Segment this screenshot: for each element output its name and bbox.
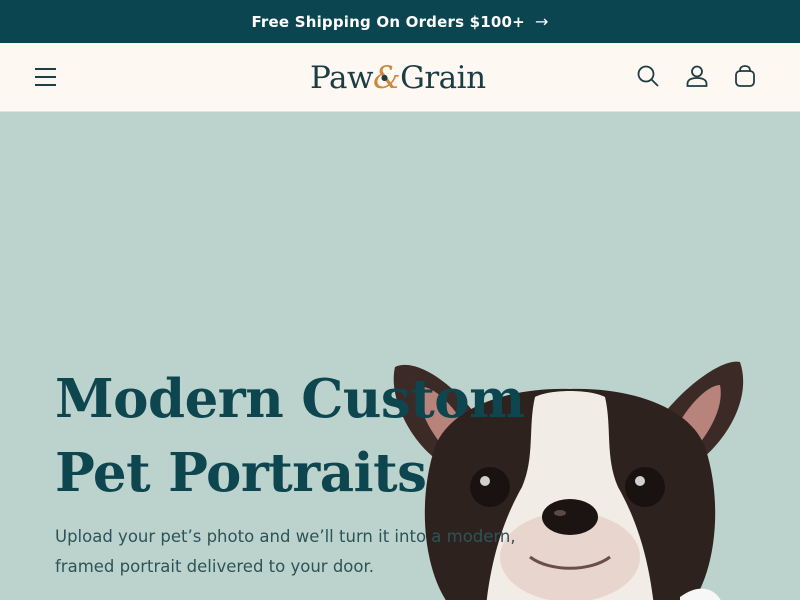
cart-icon[interactable] xyxy=(732,63,758,89)
hero-section: Modern Custom Pet Portraits Upload your … xyxy=(0,112,800,600)
arrow-right-icon[interactable]: → xyxy=(535,12,549,31)
paw-print-icon: ● xyxy=(380,73,388,82)
logo-text-grain: Grain xyxy=(400,60,486,96)
logo-ampersand: & ● xyxy=(372,60,401,96)
logo-text-paw: Paw xyxy=(310,60,373,96)
site-logo[interactable]: Paw& ● Grain xyxy=(310,58,486,98)
menu-icon[interactable] xyxy=(33,66,59,88)
hero-subtext: Upload your pet’s photo and we’ll turn i… xyxy=(55,527,516,576)
announcement-bar[interactable]: Free Shipping On Orders $100+ → xyxy=(0,0,800,43)
announcement-text[interactable]: Free Shipping On Orders $100+ xyxy=(251,13,525,31)
site-header: Paw& ● Grain xyxy=(0,43,800,112)
hero-headline: Modern Custom Pet Portraits xyxy=(55,368,525,504)
account-icon[interactable] xyxy=(684,63,710,89)
search-icon[interactable] xyxy=(635,63,661,89)
